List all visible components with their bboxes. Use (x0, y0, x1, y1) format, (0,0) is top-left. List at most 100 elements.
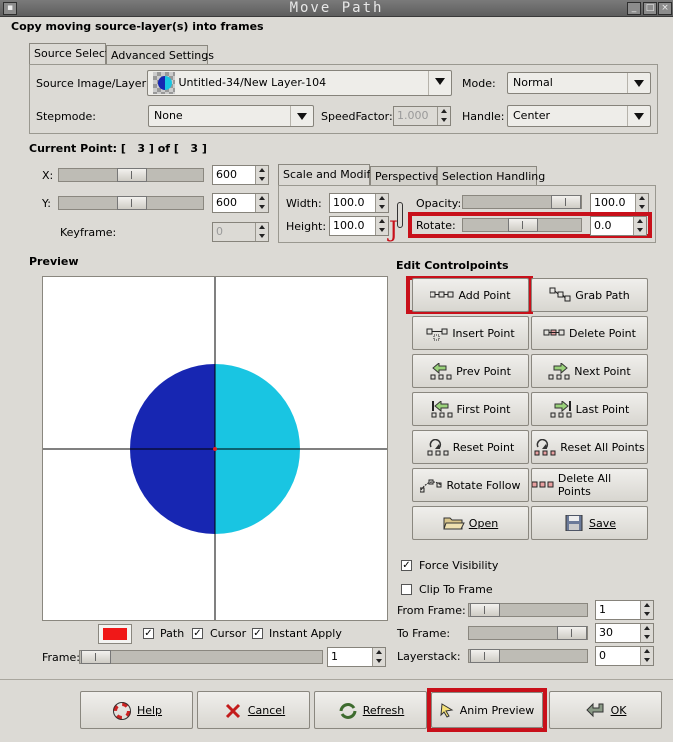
title-bar: Move Path ▪ _ □ × (0, 0, 673, 17)
cursor-checkbox-label: Cursor (210, 627, 247, 640)
grab-path-button[interactable]: Grab Path (531, 278, 648, 312)
opacity-slider-thumb[interactable] (551, 195, 581, 209)
rotate-follow-button[interactable]: Rotate Follow (412, 468, 529, 502)
to-frame-spin[interactable]: 30 (595, 623, 654, 643)
reset-all-points-button[interactable]: Reset All Points (531, 430, 648, 464)
save-button[interactable]: Save (531, 506, 648, 540)
from-frame-spin[interactable]: 1 (595, 600, 654, 620)
to-frame-slider-thumb[interactable] (557, 626, 587, 640)
last-point-label: Last Point (575, 402, 630, 416)
first-point-icon (431, 399, 453, 418)
opacity-label: Opacity: (416, 197, 462, 210)
opacity-spin[interactable]: 100.0 (590, 193, 649, 213)
speedfactor-value: 1.000 (397, 109, 429, 122)
clip-to-frame-checkbox[interactable] (401, 584, 412, 595)
path-color-button[interactable] (98, 624, 132, 644)
annotation-j-rotate: J (389, 218, 398, 243)
current-point-label: Current Point: [ 3 ] of [ 3 ] (29, 142, 207, 155)
path-checkbox[interactable]: ✓ (143, 628, 154, 639)
cancel-label: Cancel (247, 703, 286, 717)
help-button[interactable]: Help (80, 691, 193, 729)
delete-all-points-button[interactable]: Delete All Points (531, 468, 648, 502)
handle-combo[interactable]: Center (507, 105, 651, 127)
tab-selection-handling[interactable]: Selection Handling (437, 166, 545, 185)
prev-point-button[interactable]: Prev Point (412, 354, 529, 388)
layerstack-slider[interactable] (468, 649, 588, 663)
layerstack-spin[interactable]: 0 (595, 646, 654, 666)
menu-icon[interactable]: ▪ (3, 2, 17, 15)
from-frame-slider-thumb[interactable] (470, 603, 500, 617)
rotate-spin[interactable]: 0.0 (590, 216, 647, 236)
tab-perspective[interactable]: Perspective (370, 166, 439, 185)
layerstack-slider-thumb[interactable] (470, 649, 500, 663)
mode-label: Mode: (462, 77, 496, 90)
width-spin[interactable]: 100.0 (329, 193, 389, 213)
tab-advanced-settings[interactable]: Advanced Settings (106, 45, 214, 64)
y-slider[interactable] (58, 196, 204, 210)
stepmode-combo[interactable]: None (148, 105, 314, 127)
ok-label: OK (610, 703, 627, 717)
frame-spin[interactable]: 1 (327, 647, 386, 667)
first-point-button[interactable]: First Point (412, 392, 529, 426)
tab-scale-and-modify[interactable]: Scale and Modify (278, 164, 377, 185)
edit-controlpoints-label: Edit Controlpoints (396, 259, 509, 272)
maximize-icon[interactable]: □ (643, 2, 657, 15)
y-slider-thumb[interactable] (117, 196, 147, 210)
dropdown-arrow-icon (627, 73, 650, 93)
path-color-swatch (103, 628, 127, 640)
reset-all-points-icon (534, 438, 556, 456)
rotate-slider-thumb[interactable] (508, 218, 538, 232)
path-checkbox-label: Path (160, 627, 185, 640)
folder-open-icon (443, 515, 465, 531)
source-image-layer-combo[interactable]: Untitled-34/New Layer-104 (147, 70, 452, 96)
open-button[interactable]: Open (412, 506, 529, 540)
add-point-icon (430, 287, 454, 303)
from-frame-slider[interactable] (468, 603, 588, 617)
minimize-icon[interactable]: _ (627, 2, 641, 15)
delete-all-points-icon (532, 477, 554, 493)
instant-apply-checkbox[interactable]: ✓ (252, 628, 263, 639)
ok-button[interactable]: OK (549, 691, 662, 729)
last-point-button[interactable]: Last Point (531, 392, 648, 426)
floppy-disk-icon (563, 514, 585, 532)
rotate-follow-label: Rotate Follow (446, 478, 521, 492)
frame-slider-thumb[interactable] (81, 650, 111, 664)
delete-point-button[interactable]: Delete Point (531, 316, 648, 350)
reset-point-button[interactable]: Reset Point (412, 430, 529, 464)
stepmode-value: None (154, 109, 183, 122)
tab-source-select[interactable]: Source Select (29, 43, 109, 64)
help-label: Help (136, 703, 163, 717)
mode-value: Normal (513, 76, 553, 89)
y-spin[interactable]: 600 (212, 193, 269, 213)
refresh-icon (337, 702, 359, 719)
force-visibility-checkbox[interactable]: ✓ (401, 560, 412, 571)
x-slider-thumb[interactable] (117, 168, 147, 182)
cancel-button[interactable]: Cancel (197, 691, 310, 729)
mode-combo[interactable]: Normal (507, 72, 651, 94)
close-icon[interactable]: × (658, 2, 672, 15)
cursor-checkbox[interactable]: ✓ (192, 628, 203, 639)
anim-preview-label: Anim Preview (459, 703, 535, 717)
x-spin[interactable]: 600 (212, 165, 269, 185)
insert-point-button[interactable]: Insert Point (412, 316, 529, 350)
rotate-slider[interactable] (462, 218, 582, 232)
x-slider[interactable] (58, 168, 204, 182)
opacity-slider[interactable] (462, 195, 582, 209)
cancel-x-icon (222, 702, 244, 719)
source-image-layer-label: Source Image/Layer: (36, 77, 150, 90)
speedfactor-label: SpeedFactor: (321, 110, 393, 123)
opacity-value: 100.0 (594, 196, 626, 209)
layer-thumbnail-icon (153, 72, 175, 94)
add-point-button[interactable]: Add Point (412, 278, 529, 312)
preview-canvas[interactable] (42, 276, 388, 621)
rotate-follow-icon (419, 477, 442, 493)
frame-slider[interactable] (79, 650, 323, 664)
anim-preview-button[interactable]: Anim Preview (431, 692, 543, 728)
stepmode-label: Stepmode: (36, 110, 96, 123)
height-spin[interactable]: 100.0 (329, 216, 389, 236)
x-label: X: (42, 169, 54, 182)
to-frame-slider[interactable] (468, 626, 588, 640)
next-point-button[interactable]: Next Point (531, 354, 648, 388)
path-point-marker (213, 447, 217, 451)
refresh-button[interactable]: Refresh (314, 691, 427, 729)
